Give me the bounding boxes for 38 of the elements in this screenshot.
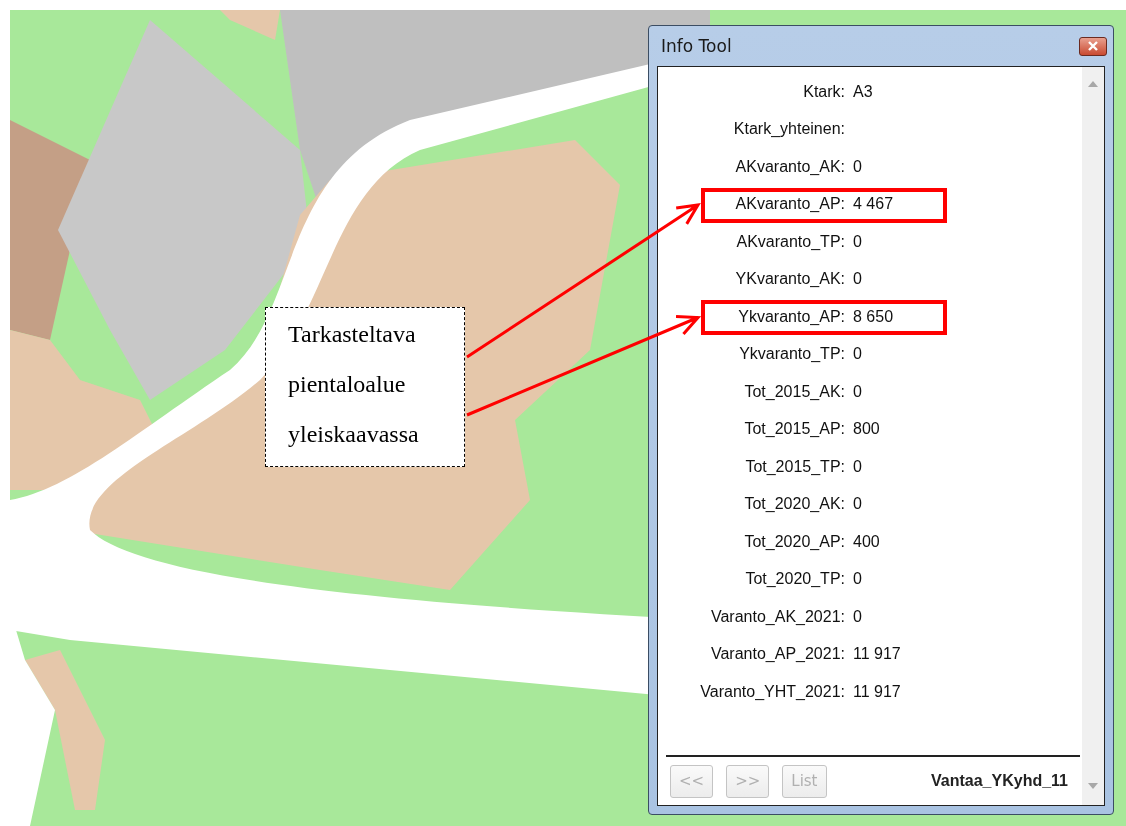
field-label: Ktark: xyxy=(802,82,845,101)
field-value: 8 650 xyxy=(853,307,894,325)
field-value: A3 xyxy=(853,82,873,100)
field-value: 11 917 xyxy=(853,682,901,700)
field-label: Tot_2020_TP: xyxy=(744,570,845,589)
field-label: Tot_2015_TP: xyxy=(744,457,845,476)
field-value: 0 xyxy=(853,495,862,513)
field-label: AKvaranto_AP: xyxy=(734,195,845,214)
field-value: 0 xyxy=(853,607,862,625)
callout-text: yleiskaavassa xyxy=(288,420,419,448)
callout-text: pientaloalue xyxy=(288,370,406,398)
field-value: 4 467 xyxy=(853,195,894,213)
field-label: Tot_2015_AP: xyxy=(743,420,845,439)
callout-text: Tarkasteltava xyxy=(288,320,416,348)
layer-name: Vantaa_YKyhd_11 xyxy=(931,772,1069,790)
field-label: Tot_2020_AP: xyxy=(743,532,845,551)
field-value: 0 xyxy=(853,270,862,288)
field-label: Varanto_YHT_2021: xyxy=(699,682,845,701)
field-label: Ykvaranto_TP: xyxy=(738,345,845,364)
field-label: Tot_2020_AK: xyxy=(743,495,845,514)
field-value: 0 xyxy=(853,232,862,250)
field-label: Ktark_yhteinen: xyxy=(732,120,845,139)
field-value: 0 xyxy=(853,382,862,400)
field-label: Ykvaranto_AP: xyxy=(737,307,845,326)
field-label: AKvaranto_AK: xyxy=(734,157,845,176)
field-label: AKvaranto_TP: xyxy=(735,232,845,251)
field-value: 0 xyxy=(853,570,862,588)
field-value: 0 xyxy=(853,457,862,475)
field-value: 800 xyxy=(853,420,880,438)
window-title: Info Tool xyxy=(660,36,732,56)
field-value: 0 xyxy=(853,345,862,363)
field-value: 0 xyxy=(853,157,862,175)
field-label: Tot_2015_AK: xyxy=(743,382,845,401)
field-value: 400 xyxy=(853,532,880,550)
field-label: Varanto_AP_2021: xyxy=(709,645,845,664)
field-label: YKvaranto_AK: xyxy=(734,270,845,289)
field-label: Varanto_AK_2021: xyxy=(709,607,845,626)
field-value: 11 917 xyxy=(853,645,901,663)
